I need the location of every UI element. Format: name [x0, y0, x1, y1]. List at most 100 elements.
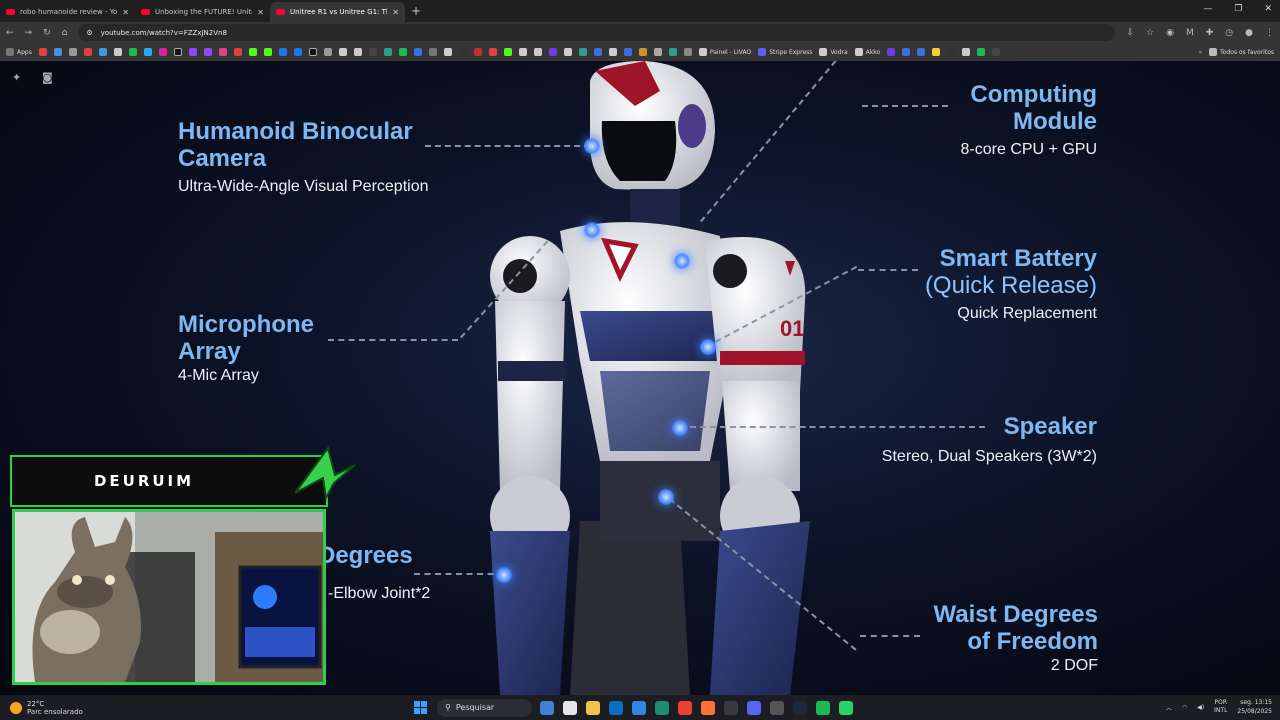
- back-icon[interactable]: ←: [6, 28, 14, 38]
- steam-icon[interactable]: [793, 700, 807, 715]
- x-icon[interactable]: [308, 48, 317, 56]
- bookmark-icon[interactable]: [458, 48, 467, 56]
- bookmark-icon[interactable]: [992, 48, 1001, 56]
- bookmark-icon[interactable]: [488, 48, 497, 56]
- store-icon[interactable]: [632, 700, 646, 715]
- bookmark-icon[interactable]: [443, 48, 452, 56]
- bookmark-icon[interactable]: [368, 48, 377, 56]
- telegram-icon[interactable]: [143, 48, 152, 56]
- bookmark-icon[interactable]: [518, 48, 527, 56]
- instagram-icon[interactable]: [158, 48, 167, 56]
- bookmark-icon[interactable]: [917, 48, 926, 56]
- install-icon[interactable]: ⇩: [1126, 28, 1134, 38]
- bookmark-icon[interactable]: [932, 48, 941, 56]
- terminal-icon[interactable]: [724, 700, 738, 715]
- bookmark-icon[interactable]: [53, 48, 62, 56]
- bookmark-icon[interactable]: [947, 48, 956, 56]
- bookmark-icon[interactable]: [398, 48, 407, 56]
- tiktok-icon[interactable]: [173, 48, 182, 56]
- bookmark-icon[interactable]: [902, 48, 911, 56]
- bookmark-icon[interactable]: [578, 48, 587, 56]
- weather-widget[interactable]: 22°C Parc ensolarado: [0, 700, 400, 716]
- edge-icon[interactable]: [655, 700, 669, 715]
- tab-robo-humanoide[interactable]: robo humanoide review - YouTube ✕: [0, 2, 135, 22]
- bookmark-icon[interactable]: [383, 48, 392, 56]
- tab-unitree-r1[interactable]: Unitree R1 vs Unitree G1: Th ✕: [270, 2, 405, 22]
- close-window-icon[interactable]: ✕: [1264, 4, 1272, 14]
- file-explorer-icon[interactable]: [586, 700, 600, 715]
- twitch-icon[interactable]: [203, 48, 212, 56]
- kick-icon[interactable]: [263, 48, 272, 56]
- wifi-icon[interactable]: ◠: [1182, 704, 1187, 711]
- bookmark-vodra[interactable]: Vodra: [819, 48, 848, 56]
- app-icon[interactable]: [563, 700, 577, 715]
- whatsapp-icon[interactable]: [839, 700, 853, 715]
- bookmark-icon[interactable]: [68, 48, 77, 56]
- bookmark-icon[interactable]: [593, 48, 602, 56]
- bookmark-icon[interactable]: [533, 48, 542, 56]
- bookmark-icon[interactable]: [962, 48, 971, 56]
- bookmark-icon[interactable]: [98, 48, 107, 56]
- bookmark-icon[interactable]: [503, 48, 512, 56]
- home-icon[interactable]: ⌂: [62, 28, 68, 38]
- spotify-icon[interactable]: [816, 700, 830, 715]
- chrome-icon[interactable]: [678, 700, 692, 715]
- bookmark-icon[interactable]: [323, 48, 332, 56]
- bookmark-icon[interactable]: [428, 48, 437, 56]
- bookmark-icon[interactable]: [977, 48, 986, 56]
- apps-bookmark[interactable]: Apps: [6, 48, 32, 56]
- menu-icon[interactable]: ⋮: [1265, 28, 1274, 38]
- bookmark-icon[interactable]: [38, 48, 47, 56]
- settings-icon[interactable]: [770, 700, 784, 715]
- close-icon[interactable]: ✕: [392, 8, 399, 17]
- extension-icon[interactable]: ◉: [1166, 28, 1174, 38]
- spotify-icon[interactable]: [128, 48, 137, 56]
- bookmark-icon[interactable]: [653, 48, 662, 56]
- chevron-up-icon[interactable]: ︿: [1166, 703, 1172, 712]
- camera-icon[interactable]: ◙: [42, 71, 53, 84]
- all-bookmarks-folder[interactable]: Todos os favoritos: [1209, 48, 1274, 56]
- magic-wand-icon[interactable]: ✦: [12, 71, 21, 84]
- puzzle-icon[interactable]: ✚: [1206, 28, 1214, 38]
- bookmark-painel[interactable]: Painel - LIVAO: [698, 48, 751, 56]
- bookmark-stripe[interactable]: Stripe Express: [758, 48, 812, 56]
- new-tab-button[interactable]: +: [411, 4, 421, 18]
- facebook-icon[interactable]: [293, 48, 302, 56]
- clock[interactable]: seg. 13:15 25/08/2025: [1237, 698, 1272, 716]
- start-button[interactable]: [414, 701, 427, 714]
- bookmark-star-icon[interactable]: ☆: [1146, 28, 1154, 38]
- language-indicator[interactable]: POR INTL: [1214, 699, 1227, 715]
- bookmark-icon[interactable]: [638, 48, 647, 56]
- history-icon[interactable]: ◷: [1225, 28, 1233, 38]
- bookmark-icon[interactable]: [668, 48, 677, 56]
- maximize-icon[interactable]: ❐: [1234, 4, 1242, 14]
- bookmark-icon[interactable]: [887, 48, 896, 56]
- bookmark-icon[interactable]: [83, 48, 92, 56]
- bookmark-icon[interactable]: [623, 48, 632, 56]
- profile-icon[interactable]: ●: [1245, 28, 1253, 38]
- bookmark-icon[interactable]: [338, 48, 347, 56]
- volume-icon[interactable]: ◀): [1197, 704, 1204, 711]
- discord-icon[interactable]: [747, 700, 761, 715]
- reload-icon[interactable]: ↻: [43, 28, 51, 38]
- extension-icon[interactable]: M: [1186, 28, 1194, 38]
- site-info-icon[interactable]: ⚙: [86, 29, 92, 37]
- close-icon[interactable]: ✕: [122, 8, 129, 17]
- bookmark-icon[interactable]: [473, 48, 482, 56]
- twitch-icon[interactable]: [188, 48, 197, 56]
- bookmark-icon[interactable]: [683, 48, 692, 56]
- bookmark-icon[interactable]: [563, 48, 572, 56]
- task-view-icon[interactable]: [540, 700, 554, 715]
- bookmark-icon[interactable]: [608, 48, 617, 56]
- outlook-icon[interactable]: [609, 700, 623, 715]
- firefox-icon[interactable]: [701, 700, 715, 715]
- youtube-icon[interactable]: [233, 48, 242, 56]
- taskbar-search[interactable]: ⚲ Pesquisar: [437, 698, 532, 717]
- address-bar[interactable]: ⚙ youtube.com/watch?v=FZZxJN2Vn8: [78, 24, 1116, 41]
- facebook-icon[interactable]: [278, 48, 287, 56]
- forward-icon[interactable]: →: [25, 28, 33, 38]
- close-icon[interactable]: ✕: [257, 8, 264, 17]
- bookmark-akko[interactable]: Akko: [854, 48, 880, 56]
- bookmark-icon[interactable]: [548, 48, 557, 56]
- bookmark-icon[interactable]: [218, 48, 227, 56]
